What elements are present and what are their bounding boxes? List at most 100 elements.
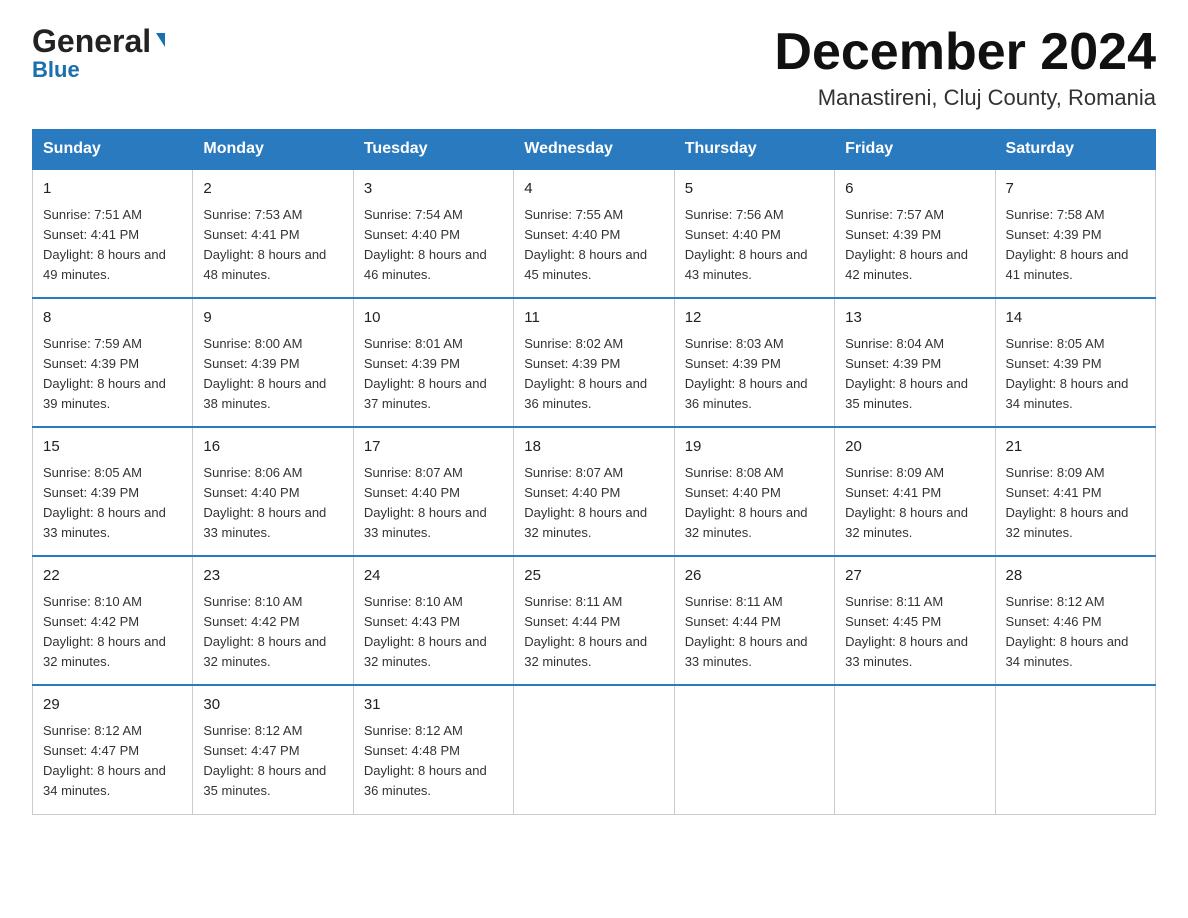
day-number: 26 [685, 565, 824, 588]
day-info: Sunrise: 8:10 AMSunset: 4:43 PMDaylight:… [364, 592, 503, 673]
day-number: 13 [845, 307, 984, 330]
day-info: Sunrise: 8:03 AMSunset: 4:39 PMDaylight:… [685, 334, 824, 415]
calendar-cell: 14 Sunrise: 8:05 AMSunset: 4:39 PMDayligh… [995, 298, 1155, 427]
header-tuesday: Tuesday [353, 130, 513, 170]
day-number: 12 [685, 307, 824, 330]
header-sunday: Sunday [33, 130, 193, 170]
day-number: 16 [203, 436, 342, 459]
calendar-cell: 26Sunrise: 8:11 AMSunset: 4:44 PMDayligh… [674, 556, 834, 685]
calendar-cell: 8 Sunrise: 7:59 AMSunset: 4:39 PMDaylight… [33, 298, 193, 427]
logo-general: General [32, 24, 165, 59]
calendar-table: SundayMondayTuesdayWednesdayThursdayFrid… [32, 129, 1156, 814]
day-number: 3 [364, 178, 503, 201]
calendar-cell: 30Sunrise: 8:12 AMSunset: 4:47 PMDayligh… [193, 685, 353, 814]
calendar-cell: 15 Sunrise: 8:05 AMSunset: 4:39 PMDayligh… [33, 427, 193, 556]
calendar-cell: 4Sunrise: 7:55 AMSunset: 4:40 PMDaylight… [514, 169, 674, 298]
day-info: Sunrise: 8:09 AMSunset: 4:41 PMDaylight:… [845, 463, 984, 544]
calendar-week-row: 1 Sunrise: 7:51 AMSunset: 4:41 PMDaylight… [33, 169, 1156, 298]
header-thursday: Thursday [674, 130, 834, 170]
day-info: Sunrise: 8:02 AMSunset: 4:39 PMDaylight:… [524, 334, 663, 415]
day-number: 25 [524, 565, 663, 588]
page-subtitle: Manastireni, Cluj County, Romania [774, 85, 1156, 111]
day-info: Sunrise: 7:51 AMSunset: 4:41 PMDaylight:… [43, 205, 182, 286]
day-number: 4 [524, 178, 663, 201]
day-info: Sunrise: 7:59 AMSunset: 4:39 PMDaylight:… [43, 334, 182, 415]
day-info: Sunrise: 8:08 AMSunset: 4:40 PMDaylight:… [685, 463, 824, 544]
day-number: 22 [43, 565, 182, 588]
title-block: December 2024 Manastireni, Cluj County, … [774, 24, 1156, 111]
day-number: 31 [364, 694, 503, 717]
calendar-week-row: 22 Sunrise: 8:10 AMSunset: 4:42 PMDayligh… [33, 556, 1156, 685]
calendar-cell: 16 Sunrise: 8:06 AMSunset: 4:40 PMDayligh… [193, 427, 353, 556]
calendar-cell [514, 685, 674, 814]
day-number: 10 [364, 307, 503, 330]
day-number: 17 [364, 436, 503, 459]
day-info: Sunrise: 7:53 AMSunset: 4:41 PMDaylight:… [203, 205, 342, 286]
calendar-week-row: 8 Sunrise: 7:59 AMSunset: 4:39 PMDaylight… [33, 298, 1156, 427]
day-info: Sunrise: 8:11 AMSunset: 4:45 PMDaylight:… [845, 592, 984, 673]
calendar-cell: 25 Sunrise: 8:11 AMSunset: 4:44 PMDayligh… [514, 556, 674, 685]
day-number: 24 [364, 565, 503, 588]
day-info: Sunrise: 7:57 AMSunset: 4:39 PMDaylight:… [845, 205, 984, 286]
header-saturday: Saturday [995, 130, 1155, 170]
day-number: 15 [43, 436, 182, 459]
day-info: Sunrise: 7:54 AMSunset: 4:40 PMDaylight:… [364, 205, 503, 286]
calendar-cell: 31 Sunrise: 8:12 AMSunset: 4:48 PMDayligh… [353, 685, 513, 814]
calendar-cell: 29 Sunrise: 8:12 AMSunset: 4:47 PMDayligh… [33, 685, 193, 814]
day-number: 19 [685, 436, 824, 459]
calendar-cell: 2 Sunrise: 7:53 AMSunset: 4:41 PMDaylight… [193, 169, 353, 298]
calendar-cell: 27 Sunrise: 8:11 AMSunset: 4:45 PMDayligh… [835, 556, 995, 685]
day-number: 20 [845, 436, 984, 459]
day-number: 23 [203, 565, 342, 588]
calendar-cell: 6Sunrise: 7:57 AMSunset: 4:39 PMDaylight… [835, 169, 995, 298]
day-info: Sunrise: 8:12 AMSunset: 4:48 PMDaylight:… [364, 721, 503, 802]
calendar-cell: 12 Sunrise: 8:03 AMSunset: 4:39 PMDayligh… [674, 298, 834, 427]
calendar-header-row: SundayMondayTuesdayWednesdayThursdayFrid… [33, 130, 1156, 170]
calendar-cell: 24 Sunrise: 8:10 AMSunset: 4:43 PMDayligh… [353, 556, 513, 685]
calendar-cell: 18Sunrise: 8:07 AMSunset: 4:40 PMDayligh… [514, 427, 674, 556]
day-number: 28 [1006, 565, 1145, 588]
calendar-cell: 1 Sunrise: 7:51 AMSunset: 4:41 PMDaylight… [33, 169, 193, 298]
day-info: Sunrise: 7:58 AMSunset: 4:39 PMDaylight:… [1006, 205, 1145, 286]
day-number: 21 [1006, 436, 1145, 459]
calendar-cell: 17 Sunrise: 8:07 AMSunset: 4:40 PMDayligh… [353, 427, 513, 556]
day-number: 29 [43, 694, 182, 717]
day-info: Sunrise: 8:09 AMSunset: 4:41 PMDaylight:… [1006, 463, 1145, 544]
page-header: General Blue December 2024 Manastireni, … [32, 24, 1156, 111]
day-number: 7 [1006, 178, 1145, 201]
calendar-cell: 22 Sunrise: 8:10 AMSunset: 4:42 PMDayligh… [33, 556, 193, 685]
day-number: 9 [203, 307, 342, 330]
day-info: Sunrise: 8:11 AMSunset: 4:44 PMDaylight:… [524, 592, 663, 673]
calendar-cell [995, 685, 1155, 814]
calendar-cell: 10Sunrise: 8:01 AMSunset: 4:39 PMDayligh… [353, 298, 513, 427]
day-number: 14 [1006, 307, 1145, 330]
day-number: 8 [43, 307, 182, 330]
calendar-cell [835, 685, 995, 814]
day-number: 11 [524, 307, 663, 330]
calendar-cell: 23 Sunrise: 8:10 AMSunset: 4:42 PMDayligh… [193, 556, 353, 685]
day-number: 2 [203, 178, 342, 201]
header-monday: Monday [193, 130, 353, 170]
calendar-cell: 28 Sunrise: 8:12 AMSunset: 4:46 PMDayligh… [995, 556, 1155, 685]
calendar-cell: 7 Sunrise: 7:58 AMSunset: 4:39 PMDaylight… [995, 169, 1155, 298]
logo-blue: Blue [32, 57, 165, 82]
day-number: 1 [43, 178, 182, 201]
day-info: Sunrise: 7:56 AMSunset: 4:40 PMDaylight:… [685, 205, 824, 286]
header-friday: Friday [835, 130, 995, 170]
day-info: Sunrise: 8:12 AMSunset: 4:46 PMDaylight:… [1006, 592, 1145, 673]
calendar-week-row: 29 Sunrise: 8:12 AMSunset: 4:47 PMDayligh… [33, 685, 1156, 814]
calendar-cell: 19 Sunrise: 8:08 AMSunset: 4:40 PMDayligh… [674, 427, 834, 556]
day-info: Sunrise: 8:10 AMSunset: 4:42 PMDaylight:… [203, 592, 342, 673]
day-info: Sunrise: 8:06 AMSunset: 4:40 PMDaylight:… [203, 463, 342, 544]
calendar-cell: 20 Sunrise: 8:09 AMSunset: 4:41 PMDayligh… [835, 427, 995, 556]
calendar-cell: 5 Sunrise: 7:56 AMSunset: 4:40 PMDaylight… [674, 169, 834, 298]
day-info: Sunrise: 8:12 AMSunset: 4:47 PMDaylight:… [203, 721, 342, 802]
day-info: Sunrise: 8:05 AMSunset: 4:39 PMDaylight:… [43, 463, 182, 544]
day-info: Sunrise: 8:07 AMSunset: 4:40 PMDaylight:… [364, 463, 503, 544]
day-number: 27 [845, 565, 984, 588]
day-number: 5 [685, 178, 824, 201]
day-info: Sunrise: 8:12 AMSunset: 4:47 PMDaylight:… [43, 721, 182, 802]
day-info: Sunrise: 8:10 AMSunset: 4:42 PMDaylight:… [43, 592, 182, 673]
day-number: 18 [524, 436, 663, 459]
day-info: Sunrise: 8:05 AMSunset: 4:39 PMDaylight:… [1006, 334, 1145, 415]
